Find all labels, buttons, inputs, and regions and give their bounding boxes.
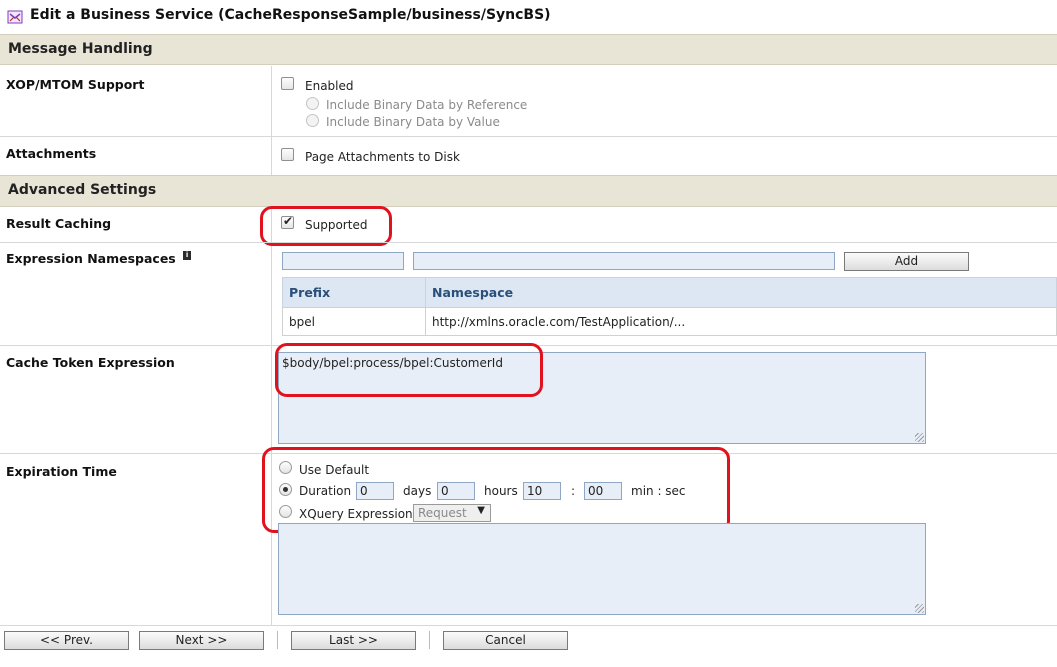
attachments-label: Attachments: [6, 146, 97, 161]
duration-radio[interactable]: [279, 483, 292, 496]
colon-separator: :: [571, 484, 576, 498]
section-title: Message Handling: [8, 41, 153, 57]
expression-namespaces-label: Expression Namespaces i: [6, 251, 192, 266]
section-message-handling: Message Handling: [0, 34, 1057, 65]
row-divider: [0, 453, 1057, 454]
title-bar: Edit a Business Service (CacheResponseSa…: [0, 0, 1057, 34]
table-header-row: Prefix Namespace: [282, 277, 1057, 308]
next-button[interactable]: Next >>: [139, 631, 264, 650]
include-by-reference-label: Include Binary Data by Reference: [326, 98, 528, 112]
hours-input[interactable]: [437, 482, 475, 500]
selected-dot-icon: [283, 487, 288, 492]
xquery-select-value: Request: [418, 506, 467, 520]
section-advanced-settings: Advanced Settings: [0, 175, 1057, 207]
column-header-prefix: Prefix: [282, 277, 426, 308]
include-by-value-label: Include Binary Data by Value: [326, 115, 500, 129]
namespace-table: Prefix Namespace bpel http://xmlns.oracl…: [282, 277, 1057, 336]
table-row[interactable]: bpel http://xmlns.oracle.com/TestApplica…: [282, 307, 1057, 336]
namespace-cell: http://xmlns.oracle.com/TestApplication/…: [425, 307, 1057, 336]
xquery-textarea[interactable]: [278, 523, 926, 615]
supported-label: Supported: [305, 218, 368, 232]
xop-enabled-label: Enabled: [305, 79, 354, 93]
namespace-input[interactable]: [413, 252, 835, 270]
row-divider: [0, 345, 1057, 346]
include-by-reference-radio[interactable]: [306, 97, 319, 110]
days-label: days: [403, 484, 432, 498]
row-divider: [0, 625, 1057, 626]
column-divider: [271, 208, 272, 625]
row-divider: [0, 136, 1057, 137]
result-caching-label: Result Caching: [6, 216, 112, 231]
prefix-cell: bpel: [282, 307, 426, 336]
page-attachments-checkbox[interactable]: [281, 148, 294, 161]
expiration-time-label: Expiration Time: [6, 464, 117, 479]
cache-token-textarea[interactable]: $body/bpel:process/bpel:CustomerId: [278, 352, 926, 444]
page-attachments-label: Page Attachments to Disk: [305, 150, 460, 164]
seconds-input[interactable]: [584, 482, 622, 500]
xquery-radio[interactable]: [279, 505, 292, 518]
button-separator: [277, 631, 278, 649]
add-namespace-button[interactable]: Add: [844, 252, 969, 271]
xop-mtom-label: XOP/MTOM Support: [6, 77, 145, 92]
page-title: Edit a Business Service (CacheResponseSa…: [30, 7, 551, 23]
days-input[interactable]: [356, 482, 394, 500]
cache-token-label: Cache Token Expression: [6, 355, 175, 370]
xop-enabled-checkbox[interactable]: [281, 77, 294, 90]
duration-label: Duration: [299, 484, 352, 498]
hours-label: hours: [484, 484, 518, 498]
result-caching-checkbox[interactable]: ✔: [281, 214, 294, 229]
cache-token-value: $body/bpel:process/bpel:CustomerId: [282, 356, 503, 370]
row-divider: [0, 242, 1057, 243]
cancel-button[interactable]: Cancel: [443, 631, 568, 650]
section-title: Advanced Settings: [8, 182, 157, 198]
prefix-input[interactable]: [282, 252, 404, 270]
info-icon[interactable]: i: [183, 251, 192, 260]
dropdown-arrow-icon: ▼: [477, 505, 485, 516]
use-default-label: Use Default: [299, 463, 370, 477]
resize-grip-icon[interactable]: [915, 604, 924, 613]
button-separator: [429, 631, 430, 649]
min-sec-label: min : sec: [631, 484, 686, 498]
column-divider: [271, 66, 272, 175]
minutes-input[interactable]: [523, 482, 561, 500]
column-header-namespace: Namespace: [425, 277, 1057, 308]
business-service-icon: [7, 10, 23, 24]
xquery-label: XQuery Expression: [299, 507, 413, 521]
include-by-value-radio[interactable]: [306, 114, 319, 127]
checkmark-icon: ✔: [283, 214, 294, 228]
prev-button[interactable]: << Prev.: [4, 631, 129, 650]
use-default-radio[interactable]: [279, 461, 292, 474]
expression-namespaces-text: Expression Namespaces: [6, 251, 176, 266]
xquery-source-select[interactable]: Request ▼: [413, 504, 491, 522]
resize-grip-icon[interactable]: [915, 433, 924, 442]
last-button[interactable]: Last >>: [291, 631, 416, 650]
